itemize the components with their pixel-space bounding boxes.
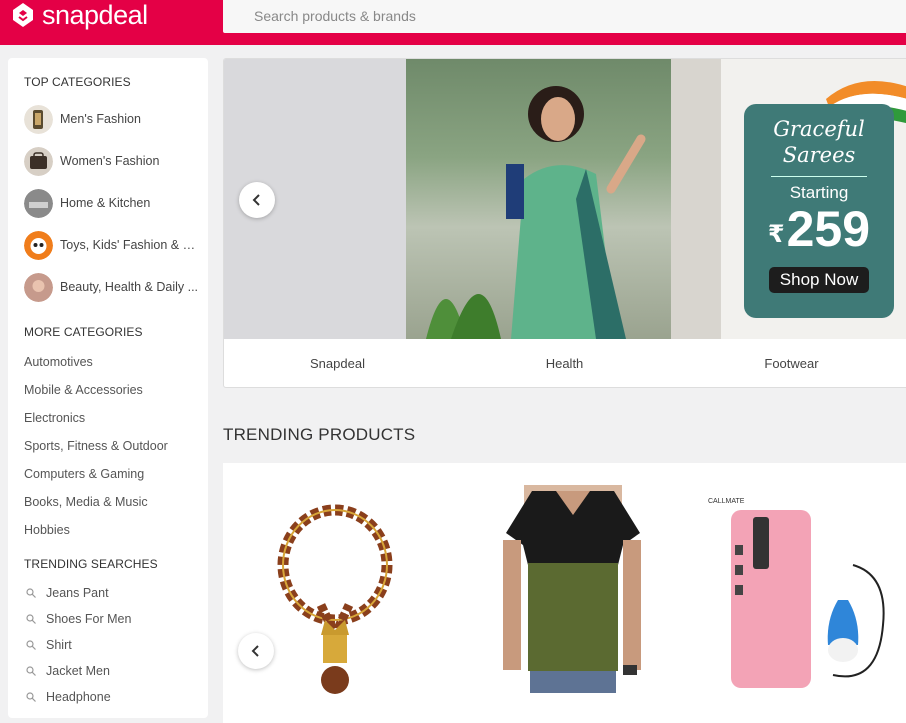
- category-sidebar: TOP CATEGORIES Men's Fashion Women's Fas…: [8, 58, 208, 718]
- toys-kids-thumbnail: [24, 230, 53, 260]
- more-category-computers[interactable]: Computers & Gaming: [24, 467, 144, 481]
- promo-price: ₹259: [744, 203, 894, 261]
- mens-fashion-thumbnail: [24, 104, 53, 134]
- trending-search-item[interactable]: Shoes For Men: [26, 612, 131, 626]
- promo-title-line2: Sarees: [782, 143, 856, 167]
- trending-search-label: Jeans Pant: [46, 586, 109, 600]
- search-bar[interactable]: Search products & brands: [223, 0, 906, 33]
- category-beauty-health[interactable]: Beauty, Health & Daily ...: [24, 272, 200, 302]
- product-card-power-bank[interactable]: CALLMATE: [703, 485, 903, 705]
- trending-search-item[interactable]: Jacket Men: [26, 664, 110, 678]
- trending-search-label: Shoes For Men: [46, 612, 132, 626]
- category-label: Beauty, Health & Daily ...: [60, 280, 199, 294]
- promo-divider: [771, 176, 867, 177]
- beauty-health-thumbnail: [24, 272, 53, 302]
- more-category-electronics[interactable]: Electronics: [24, 411, 85, 425]
- top-categories-title: TOP CATEGORIES: [24, 75, 131, 89]
- search-input[interactable]: Search products & brands: [254, 8, 416, 24]
- trending-search-item[interactable]: Headphone: [26, 690, 111, 704]
- category-womens-fashion[interactable]: Women's Fashion: [24, 146, 200, 176]
- svg-text:CALLMATE: CALLMATE: [708, 498, 745, 505]
- search-icon: [26, 692, 36, 702]
- logo-text: snapdeal: [42, 0, 148, 30]
- promo-title-line1: Graceful: [773, 117, 865, 141]
- banner-tabs: Snapdeal Health Footwear: [224, 339, 906, 387]
- shop-now-button[interactable]: Shop Now: [768, 267, 870, 293]
- mens-tshirt-image: [503, 485, 641, 693]
- banner-carousel: Graceful Sarees Starting ₹259 Shop Now S…: [223, 58, 906, 388]
- product-card-mens-tshirt[interactable]: [498, 485, 698, 705]
- banner-slide[interactable]: Graceful Sarees Starting ₹259 Shop Now: [224, 59, 906, 339]
- power-bank-image: CALLMATE: [708, 498, 885, 688]
- rupee-symbol: ₹: [767, 221, 785, 248]
- home-kitchen-thumbnail: [24, 188, 53, 218]
- more-category-books[interactable]: Books, Media & Music: [24, 495, 148, 509]
- search-icon: [26, 666, 36, 676]
- trending-products-carousel: CALLMATE: [223, 463, 906, 723]
- trending-search-item[interactable]: Jeans Pant: [26, 586, 109, 600]
- promo-price-value: 259: [786, 201, 871, 257]
- chevron-left-icon: [252, 194, 260, 206]
- products-prev-button[interactable]: [238, 633, 274, 669]
- trending-search-label: Headphone: [46, 690, 111, 704]
- category-label: Toys, Kids' Fashion & m...: [60, 238, 200, 252]
- saree-model-photo: [406, 59, 721, 339]
- rudraksha-mala-image: [277, 504, 393, 694]
- trending-products-title: TRENDING PRODUCTS: [223, 425, 416, 444]
- chevron-left-icon: [251, 645, 259, 657]
- category-label: Women's Fashion: [60, 154, 160, 168]
- product-card-rudraksha-mala[interactable]: [263, 485, 463, 705]
- category-toys-kids[interactable]: Toys, Kids' Fashion & m...: [24, 230, 200, 260]
- trending-search-label: Jacket Men: [46, 664, 110, 678]
- tab-footwear[interactable]: Footwear: [678, 339, 905, 387]
- category-label: Home & Kitchen: [60, 196, 151, 210]
- tab-snapdeal[interactable]: Snapdeal: [224, 339, 451, 387]
- promo-card[interactable]: Graceful Sarees Starting ₹259 Shop Now: [744, 104, 894, 318]
- trending-searches-title: TRENDING SEARCHES: [24, 557, 158, 571]
- more-categories-title: MORE CATEGORIES: [24, 325, 143, 339]
- tab-health[interactable]: Health: [451, 339, 678, 387]
- category-label: Men's Fashion: [60, 112, 141, 126]
- search-icon: [26, 588, 36, 598]
- snapdeal-logo-icon: [8, 0, 38, 30]
- search-icon: [26, 640, 36, 650]
- trending-search-label: Shirt: [46, 638, 72, 652]
- more-category-sports[interactable]: Sports, Fitness & Outdoor: [24, 439, 168, 453]
- banner-prev-button[interactable]: [239, 182, 275, 218]
- header-bar: snapdeal Search products & brands: [0, 0, 906, 45]
- promo-starting-text: Starting: [789, 183, 849, 202]
- more-category-hobbies[interactable]: Hobbies: [24, 523, 70, 537]
- womens-fashion-thumbnail: [24, 146, 53, 176]
- snapdeal-logo[interactable]: snapdeal: [8, 0, 148, 30]
- trending-search-item[interactable]: Shirt: [26, 638, 72, 652]
- more-category-automotives[interactable]: Automotives: [24, 355, 93, 369]
- search-icon: [26, 614, 36, 624]
- category-home-kitchen[interactable]: Home & Kitchen: [24, 188, 200, 218]
- more-category-mobile[interactable]: Mobile & Accessories: [24, 383, 143, 397]
- category-mens-fashion[interactable]: Men's Fashion: [24, 104, 200, 134]
